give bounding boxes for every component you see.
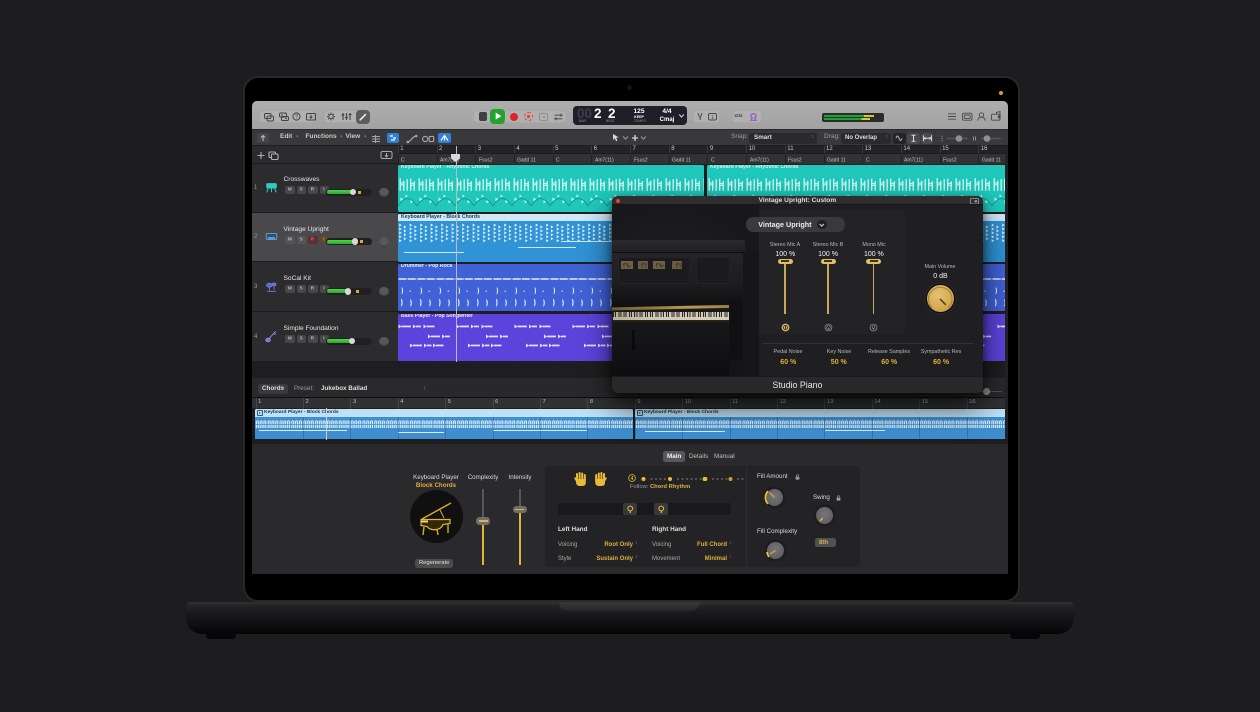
svg-text:1: 1 (710, 115, 713, 121)
svg-text:4: 4 (631, 476, 634, 482)
